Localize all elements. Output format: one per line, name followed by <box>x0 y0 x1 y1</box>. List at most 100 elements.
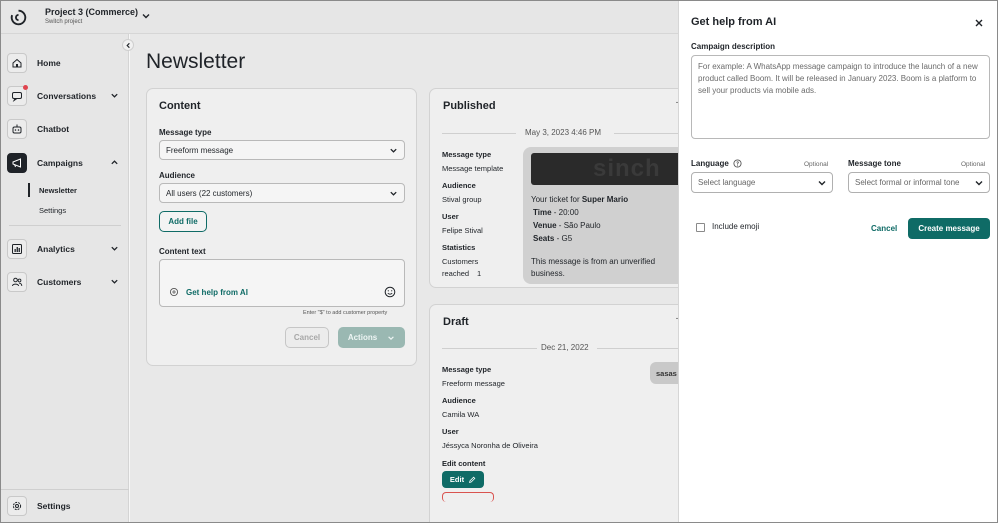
active-indicator <box>28 183 30 197</box>
draft-card: Draft – Dec 21, 2022 Message type Freefo… <box>429 304 678 522</box>
preview-bold: Seats <box>533 234 555 243</box>
field-label: Audience <box>442 396 476 405</box>
sidebar-subitem-settings[interactable]: Settings <box>39 206 66 215</box>
field-label: User <box>442 212 459 221</box>
content-text-input[interactable]: Get help from AI <box>159 259 405 307</box>
preview-line: Your ticket for Super Mario <box>531 195 628 204</box>
sidebar-subitem-newsletter[interactable]: Newsletter <box>39 186 77 195</box>
preview-text: Your ticket for <box>531 195 582 204</box>
add-file-button[interactable]: Add file <box>159 211 207 232</box>
sidebar-item-analytics[interactable]: Analytics <box>7 238 123 260</box>
preview-line: Venue - São Paulo <box>533 221 601 230</box>
card-title: Content <box>159 100 201 112</box>
field-value: Customers <box>442 257 479 266</box>
info-icon[interactable] <box>733 159 742 168</box>
language-optional: Optional <box>804 161 829 168</box>
switch-project-link[interactable]: Switch project <box>45 19 82 25</box>
sidebar-item-label: Chatbot <box>37 124 70 134</box>
delete-button[interactable] <box>442 492 494 502</box>
message-type-select[interactable]: Freeform message <box>159 140 405 160</box>
close-icon[interactable] <box>973 17 985 29</box>
card-title: Published <box>443 100 496 112</box>
divider <box>9 225 121 226</box>
preview-text: - São Paulo <box>556 221 601 230</box>
actions-label: Actions <box>347 333 378 342</box>
chevron-down-icon <box>390 148 397 153</box>
chevron-down-icon <box>818 181 826 186</box>
published-card: Published – May 3, 2023 4:46 PM Message … <box>429 88 678 288</box>
message-tone-select[interactable]: Select formal or informal tone <box>848 172 990 193</box>
page-title: Newsletter <box>146 50 246 73</box>
draft-date: Dec 21, 2022 <box>541 343 589 352</box>
users-icon <box>7 272 27 292</box>
collapse-sidebar-button[interactable] <box>122 39 134 51</box>
emoji-icon[interactable] <box>384 286 396 298</box>
preview-footer: This message is from an unverified <box>531 257 656 266</box>
chevron-down-icon[interactable] <box>141 11 151 21</box>
preview-bold: Time <box>533 208 552 217</box>
chevron-down-icon <box>975 181 983 186</box>
field-label: User <box>442 427 459 436</box>
sidebar-item-label: Campaigns <box>37 158 83 168</box>
home-icon <box>7 53 27 73</box>
sidebar-item-label: Conversations <box>37 91 97 101</box>
project-title[interactable]: Project 3 (Commerce) <box>45 7 138 17</box>
field-value: Jéssyca Noronha de Oliveira <box>442 441 538 450</box>
sidebar-item-home[interactable]: Home <box>7 52 123 74</box>
cancel-button[interactable]: Cancel <box>285 327 329 348</box>
sidebar-item-settings[interactable]: Settings <box>7 495 123 517</box>
field-value: Felipe Stival <box>442 226 483 235</box>
draft-message-bubble: sasas <box>650 362 678 384</box>
divider <box>442 133 516 134</box>
preview-bold: Super Mario <box>581 195 629 204</box>
language-label: Language <box>691 159 729 168</box>
app-window: Project 3 (Commerce) Switch project Home… <box>0 0 998 523</box>
preview-text: - 20:00 <box>551 208 579 217</box>
brand-logo-icon <box>10 9 27 26</box>
notification-dot <box>23 85 28 90</box>
preview-line: Time - 20:00 <box>533 208 579 217</box>
tone-optional: Optional <box>961 161 986 168</box>
message-type-label: Message type <box>159 128 212 137</box>
cancel-button[interactable]: Cancel <box>871 224 897 233</box>
divider <box>1 489 129 490</box>
edit-label: Edit <box>449 475 465 484</box>
field-value: Freeform message <box>442 379 505 388</box>
statistics-count: 1 <box>477 269 482 278</box>
sidebar: Home Conversations Chatbot Campaigns New… <box>1 34 129 522</box>
content-card: Content Message type Freeform message Au… <box>146 88 417 366</box>
campaign-description-input[interactable]: For example: A WhatsApp message campaign… <box>691 55 990 139</box>
sidebar-item-chatbot[interactable]: Chatbot <box>7 118 123 140</box>
get-help-ai-link[interactable]: Get help from AI <box>186 288 248 297</box>
sidebar-item-customers[interactable]: Customers <box>7 271 123 293</box>
field-label: Message type <box>442 365 492 374</box>
message-tone-label: Message tone <box>848 159 901 168</box>
audience-label: Audience <box>159 171 196 180</box>
content-hint: Enter "$" to add customer property <box>303 310 388 316</box>
sidebar-item-campaigns[interactable]: Campaigns <box>7 152 123 174</box>
chevron-down-icon <box>111 93 118 98</box>
create-message-button[interactable]: Create message <box>908 218 990 239</box>
chevron-down-icon <box>388 335 394 340</box>
selected-value: Freeform message <box>166 145 234 155</box>
preview-line: Seats - G5 <box>533 234 572 243</box>
chevron-down-icon <box>111 279 118 284</box>
preview-image-text: sinch <box>593 155 661 182</box>
audience-select[interactable]: All users (22 customers) <box>159 183 405 203</box>
field-value: Camila WA <box>442 410 480 419</box>
sidebar-item-conversations[interactable]: Conversations <box>7 85 123 107</box>
sidebar-item-label: Home <box>37 58 61 68</box>
field-value: reached <box>442 269 470 278</box>
field-label: Statistics <box>442 243 476 252</box>
field-label: Audience <box>442 181 476 190</box>
preview-image: sinch <box>531 153 678 185</box>
field-value: Message template <box>442 164 504 173</box>
edit-button[interactable]: Edit <box>442 471 484 488</box>
actions-button[interactable]: Actions <box>338 327 405 348</box>
tone-placeholder: Select formal or informal tone <box>855 178 960 187</box>
include-emoji-checkbox[interactable] <box>696 223 705 232</box>
include-emoji-label[interactable]: Include emoji <box>712 222 759 231</box>
chevron-left-icon <box>125 42 130 48</box>
language-select[interactable]: Select language <box>691 172 833 193</box>
pencil-icon <box>469 476 476 483</box>
